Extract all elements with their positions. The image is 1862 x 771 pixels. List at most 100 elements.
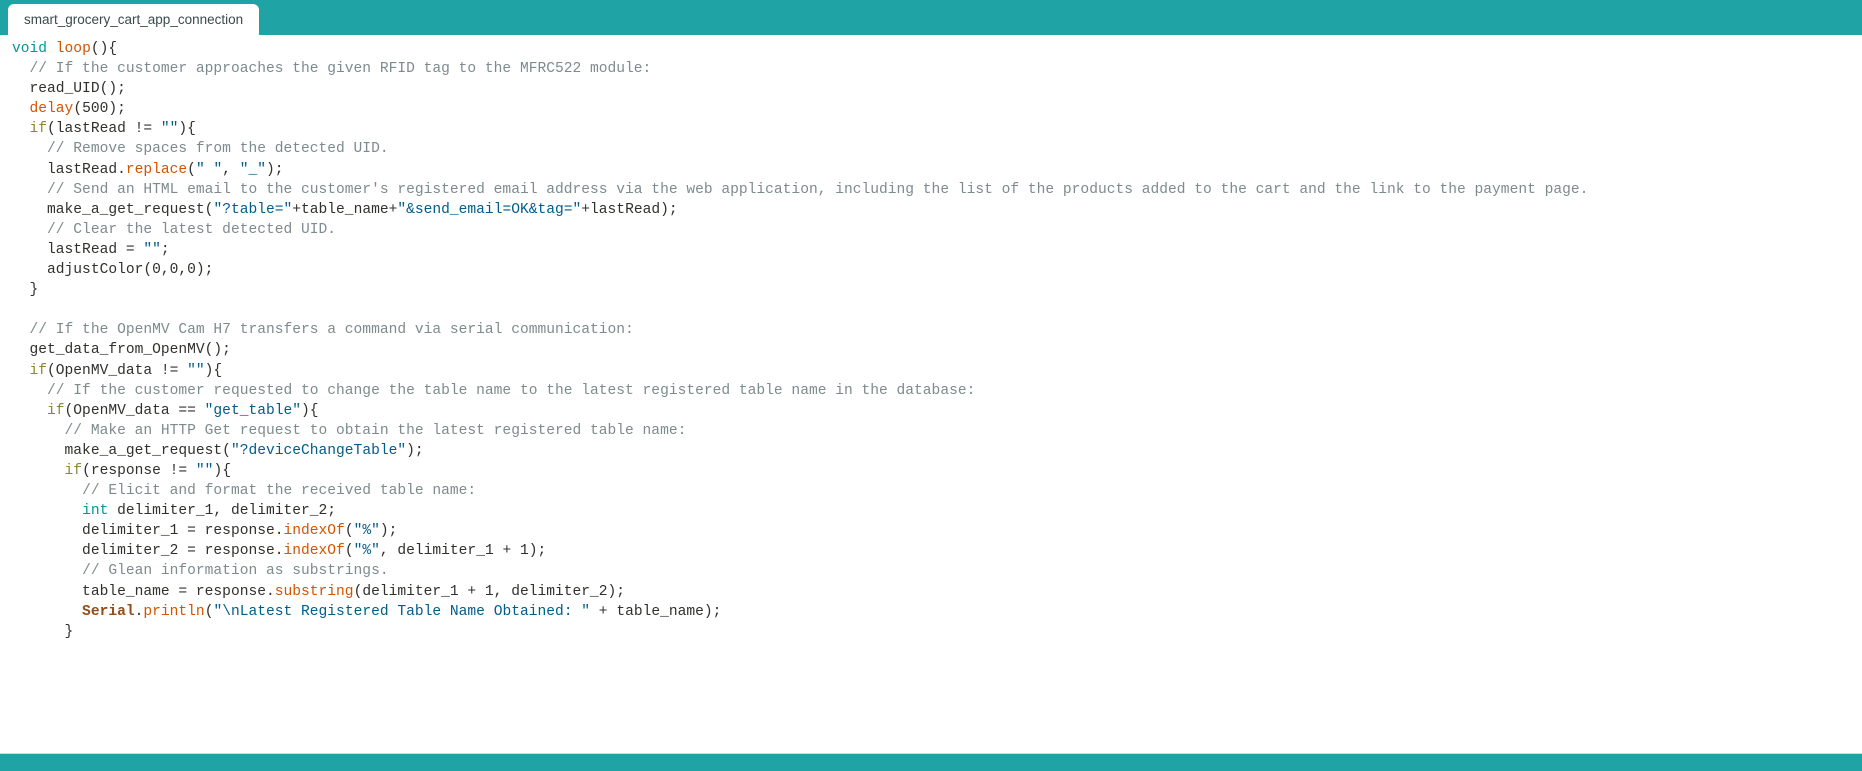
code-token-kw: if — [47, 402, 65, 419]
code-line: adjustColor(0,0,0);​ — [0, 260, 1862, 280]
code-token-fn: indexOf — [283, 543, 345, 560]
code-token-plain: lastRead. — [12, 161, 126, 178]
code-token-str: "?table=" — [213, 201, 293, 218]
code-token-plain: ( — [344, 543, 354, 560]
code-token-plain: make_a_get_request( — [12, 201, 214, 218]
code-token-plain: adjustColor(0,0,0); — [12, 262, 214, 279]
code-token-plain: delimiter_1 = response. — [12, 523, 284, 540]
code-token-str: "" — [143, 241, 161, 258]
editor-tab-smart-grocery-cart-app-connection[interactable]: smart_grocery_cart_app_connection — [8, 4, 260, 35]
code-token-com: // If the OpenMV Cam H7 transfers a comm… — [29, 322, 634, 339]
code-line: // Send an HTML email to the customer's … — [0, 180, 1862, 200]
code-token-plain: delimiter_1, delimiter_2; — [108, 503, 337, 520]
code-line: // If the customer approaches the given … — [0, 59, 1862, 79]
code-token-plain: , delimiter_1 + 1); — [379, 543, 547, 560]
code-token-kw: if — [29, 362, 48, 379]
code-line: if(response != ""){​ — [0, 461, 1862, 481]
code-token-plain: lastRead = — [12, 241, 144, 258]
code-line: // If the OpenMV Cam H7 transfers a comm… — [0, 320, 1862, 340]
code-token-fn: loop — [55, 41, 91, 57]
code-token-plain: (OpenMV_data == — [64, 402, 205, 419]
code-line: // Remove spaces from the detected UID.​ — [0, 139, 1862, 159]
code-token-plain: ( — [187, 161, 196, 178]
code-token-plain: , — [222, 161, 240, 178]
code-token-com: // Clear the latest detected UID. — [47, 221, 337, 238]
code-token-str: "get_table" — [204, 402, 302, 419]
code-token-plain: ){ — [213, 462, 231, 479]
code-token-plain: make_a_get_request( — [12, 442, 231, 459]
code-content[interactable]: void loop(){​ // If the customer approac… — [0, 35, 1862, 642]
code-token-fn: replace — [125, 161, 188, 178]
code-token-str: "\nLatest Registered Table Name Obtained… — [213, 603, 591, 620]
status-bar — [0, 753, 1862, 771]
code-line: lastRead = "";​ — [0, 240, 1862, 260]
code-line: read_UID();​ — [0, 79, 1862, 99]
code-token-type: void — [12, 41, 48, 57]
code-line: get_data_from_OpenMV();​ — [0, 340, 1862, 360]
code-token-str: " " — [195, 161, 223, 178]
code-line: make_a_get_request("?deviceChangeTable")… — [0, 441, 1862, 461]
code-line: ​ — [0, 300, 1862, 320]
code-token-plain: (500); — [73, 101, 126, 118]
code-token-com: // If the customer approaches the given … — [29, 61, 652, 78]
code-token-str: "" — [187, 362, 205, 379]
code-token-plain: ){ — [301, 402, 319, 419]
code-token-fn: indexOf — [283, 523, 345, 540]
code-line: }​ — [0, 280, 1862, 300]
code-line: int delimiter_1, delimiter_2;​ — [0, 501, 1862, 521]
code-line: table_name = response.substring(delimite… — [0, 582, 1862, 602]
code-token-plain: +table_name+ — [292, 201, 398, 218]
code-line: delay(500);​ — [0, 99, 1862, 119]
code-token-plain: ){ — [178, 121, 196, 138]
code-token-str: "&send_email=OK&tag=" — [397, 201, 582, 218]
code-line: if(OpenMV_data != ""){​ — [0, 361, 1862, 381]
code-token-obj: Serial — [12, 603, 135, 620]
code-line: // Make an HTTP Get request to obtain th… — [0, 421, 1862, 441]
code-line: delimiter_2 = response.indexOf("%", deli… — [0, 541, 1862, 561]
code-line: void loop(){​ — [0, 39, 1862, 59]
code-token-str: "" — [195, 462, 214, 479]
code-line: Serial.println("\nLatest Registered Tabl… — [0, 602, 1862, 622]
code-token-str: "_" — [239, 161, 267, 178]
code-line: // Elicit and format the received table … — [0, 481, 1862, 501]
code-token-plain: ); — [406, 442, 424, 459]
code-token-plain: ); — [266, 161, 284, 178]
code-token-com: // Remove spaces from the detected UID. — [47, 141, 389, 158]
code-line: lastRead.replace(" ", "_");​ — [0, 160, 1862, 180]
code-token-str: "" — [160, 121, 179, 138]
code-token-plain: ( — [344, 523, 354, 540]
code-token-plain: ); — [379, 523, 398, 540]
code-token-plain: +lastRead); — [581, 201, 678, 218]
code-token-com: // Elicit and format the received table … — [82, 483, 477, 500]
code-token-plain: (response != — [82, 462, 196, 479]
code-line: delimiter_1 = response.indexOf("%");​ — [0, 521, 1862, 541]
code-token-plain: (){ — [90, 41, 118, 57]
code-token-plain: (lastRead != — [47, 121, 161, 138]
code-token-plain: ; — [160, 241, 170, 258]
code-token-plain: } — [12, 282, 39, 299]
code-line: // Clear the latest detected UID.​ — [0, 220, 1862, 240]
code-token-kw: if — [29, 121, 48, 138]
code-token-com: // Send an HTML email to the customer's … — [47, 181, 1589, 198]
code-editor-pane[interactable]: void loop(){​ // If the customer approac… — [0, 35, 1862, 753]
code-line: make_a_get_request("?table="+table_name+… — [0, 200, 1862, 220]
code-line: if(OpenMV_data == "get_table"){​ — [0, 401, 1862, 421]
code-token-plain: (OpenMV_data != — [47, 362, 188, 379]
code-token-plain: + table_name); — [590, 603, 722, 620]
arduino-ide-window: smart_grocery_cart_app_connection void l… — [0, 0, 1862, 771]
code-token-com: // If the customer requested to change t… — [47, 382, 976, 399]
